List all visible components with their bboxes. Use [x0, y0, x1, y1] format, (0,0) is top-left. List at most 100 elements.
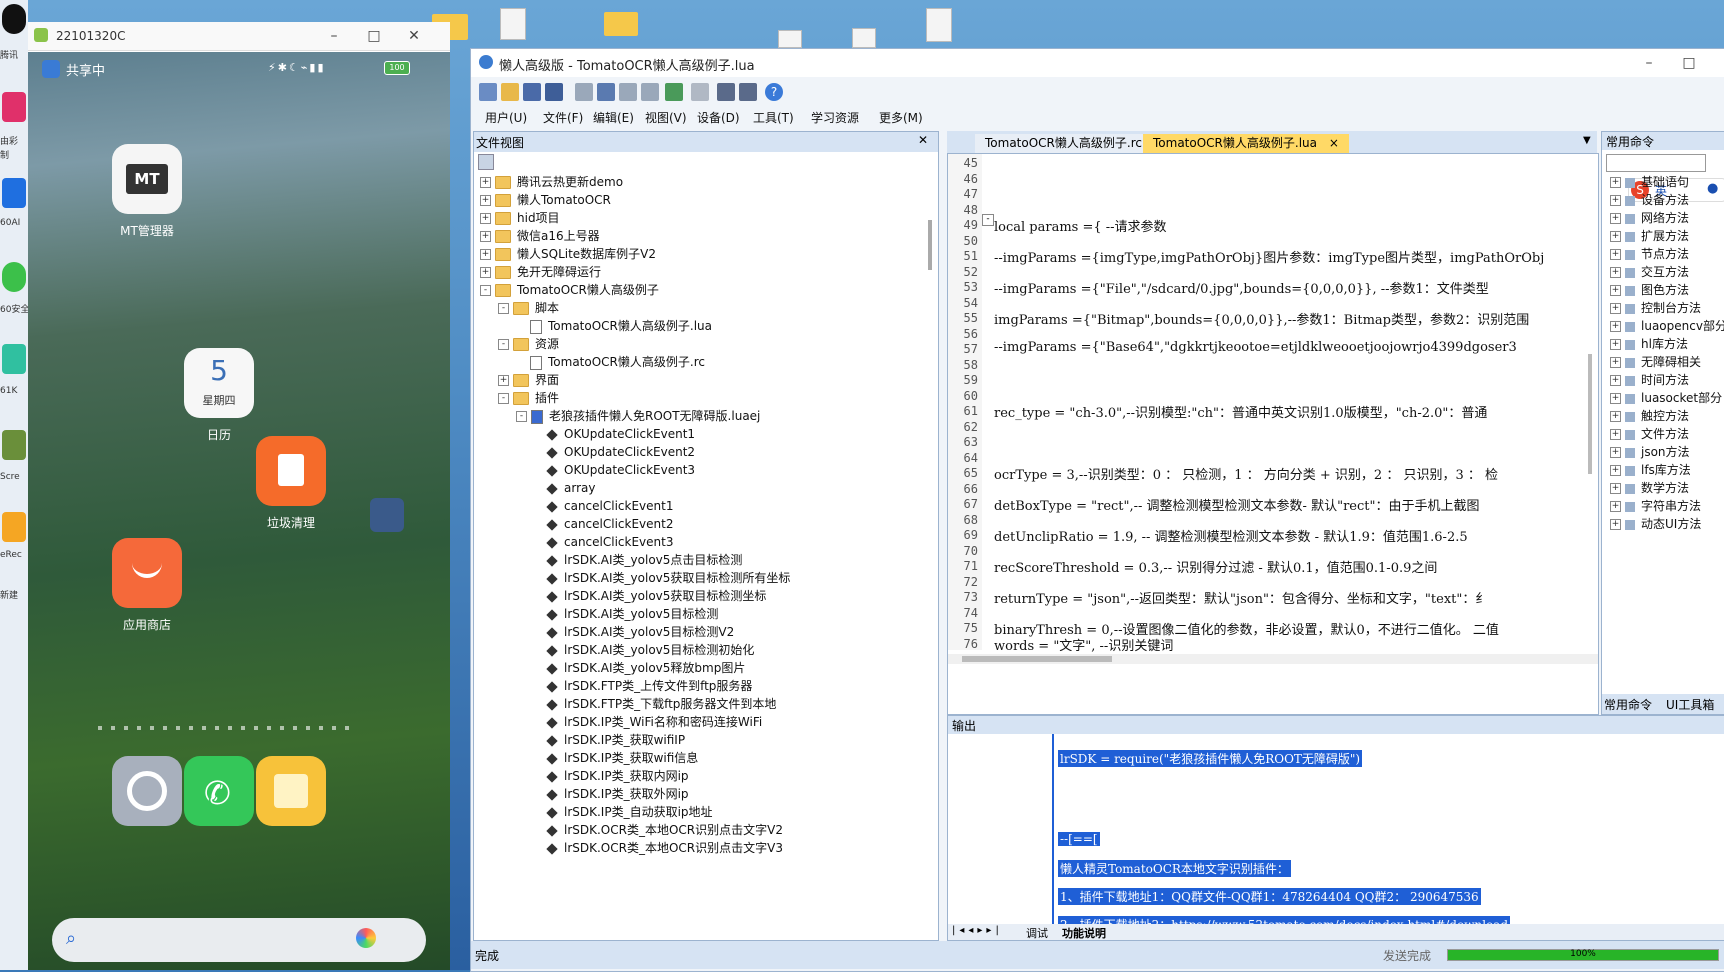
expand-icon[interactable]: +	[1610, 429, 1621, 440]
expand-icon[interactable]: +	[1610, 285, 1621, 296]
phone-app-icon[interactable]: ✆	[184, 756, 254, 826]
tree-node[interactable]: + hid项目	[480, 208, 560, 228]
code-area[interactable]: local params ={ --请求参数 --imgParams ={imgT…	[948, 154, 1598, 654]
code-line[interactable]: imgParams ={"Bitmap",bounds={0,0,0,0}},-…	[994, 309, 1529, 328]
help-icon[interactable]: ?	[765, 83, 783, 101]
tree-node[interactable]: OKUpdateClickEvent2	[534, 442, 695, 462]
tree-node[interactable]: OKUpdateClickEvent3	[534, 460, 695, 480]
tree-node[interactable]: lrSDK.AI类_yolov5获取目标检测所有坐标	[534, 568, 790, 588]
expand-icon[interactable]: +	[480, 231, 491, 242]
command-category[interactable]: + luaopencv部分	[1610, 316, 1724, 336]
tree-node[interactable]: - TomatoOCR懒人高级例子	[480, 280, 659, 300]
code-line[interactable]: detBoxType = "rect",-- 调整检测模型检测文本参数- 默认"…	[994, 495, 1479, 514]
code-line[interactable]: --imgParams ={"Base64","dgkkrtjkeootoe=e…	[994, 340, 1517, 355]
command-category[interactable]: + 基础语句	[1610, 172, 1689, 192]
tree-node[interactable]: lrSDK.IP类_WiFi名称和密码连接WiFi	[534, 712, 762, 732]
tree-node[interactable]: lrSDK.FTP类_下载ftp服务器文件到本地	[534, 694, 776, 714]
tab-close-icon[interactable]: ×	[1329, 136, 1339, 150]
expand-icon[interactable]: +	[498, 375, 509, 386]
phone-screen[interactable]: 共享中 ⚡✱☾⌁▮▮ 100 MT MT管理器 5 星期四 日历 垃圾清理 应用…	[28, 52, 450, 970]
tree-node[interactable]: lrSDK.FTP类_上传文件到ftp服务器	[534, 676, 752, 696]
tree-node[interactable]: + 懒人TomatoOCR	[480, 190, 611, 210]
tree-node[interactable]: lrSDK.AI类_yolov5目标检测V2	[534, 622, 734, 642]
scrollbar-thumb[interactable]	[928, 220, 932, 270]
maximize-button[interactable]: □	[364, 26, 384, 46]
output-nav-arrows[interactable]: |◂◂▸▸|	[952, 925, 1003, 936]
tree-node[interactable]: + 懒人SQLite数据库例子V2	[480, 244, 656, 264]
expand-icon[interactable]: +	[1610, 465, 1621, 476]
vertical-scrollbar-thumb[interactable]	[1588, 354, 1592, 474]
tab-common-commands[interactable]: 常用命令	[1604, 696, 1652, 713]
close-icon[interactable]: ✕	[918, 133, 928, 147]
tree-node[interactable]: TomatoOCR懒人高级例子.lua	[516, 316, 712, 336]
code-line[interactable]: returnType = "json",--返回类型：默认"json"：包含得分…	[994, 588, 1488, 607]
collapse-icon[interactable]: -	[516, 411, 527, 422]
security-icon[interactable]	[2, 262, 26, 292]
assistant-icon[interactable]	[356, 928, 376, 948]
expand-icon[interactable]: +	[1610, 231, 1621, 242]
command-category[interactable]: + json方法	[1610, 442, 1690, 462]
menu-more[interactable]: 更多(M)	[879, 109, 923, 126]
mt-manager-app-icon[interactable]: MT	[112, 144, 182, 214]
code-line[interactable]: detUnclipRatio = 1.9, -- 调整检测模型检测文本参数 - …	[994, 526, 1468, 545]
redo-icon[interactable]	[597, 83, 615, 101]
expand-icon[interactable]: +	[1610, 339, 1621, 350]
command-category[interactable]: + 图色方法	[1610, 280, 1689, 300]
tab-function-description[interactable]: 功能说明	[1062, 925, 1106, 941]
command-category[interactable]: + 触控方法	[1610, 406, 1689, 426]
expand-icon[interactable]: +	[1610, 321, 1621, 332]
chevron-down-icon[interactable]: ▼	[1583, 135, 1591, 146]
command-category[interactable]: + 文件方法	[1610, 424, 1689, 444]
settings-app-icon[interactable]	[112, 756, 182, 826]
command-category[interactable]: + 字符串方法	[1610, 496, 1701, 516]
qq-icon[interactable]	[2, 4, 26, 34]
app-icon[interactable]	[2, 512, 26, 542]
minimize-button[interactable]: –	[1639, 53, 1659, 73]
tree-node[interactable]: - 脚本	[498, 298, 559, 318]
tree-node[interactable]: lrSDK.AI类_yolov5获取目标检测坐标	[534, 586, 766, 606]
tree-node[interactable]: - 插件	[498, 388, 559, 408]
tree-node[interactable]: + 微信a16上号器	[480, 226, 600, 246]
menu-edit[interactable]: 编辑(E)	[593, 109, 634, 126]
tree-node[interactable]: + 腾讯云热更新demo	[480, 172, 623, 192]
maximize-button[interactable]: □	[1679, 53, 1699, 73]
output-line[interactable]: 1、插件下载地址1：QQ群文件-QQ群1：478264404 QQ群2： 290…	[1058, 888, 1481, 905]
tree-node[interactable]: - 资源	[498, 334, 559, 354]
tree-node[interactable]: lrSDK.OCR类_本地OCR识别点击文字V3	[534, 838, 783, 858]
expand-icon[interactable]: +	[1610, 177, 1621, 188]
tree-node[interactable]: lrSDK.OCR类_本地OCR识别点击文字V2	[534, 820, 783, 840]
command-category[interactable]: + 动态UI方法	[1610, 514, 1701, 534]
tree-node[interactable]: lrSDK.IP类_自动获取ip地址	[534, 802, 713, 822]
copy-icon[interactable]	[641, 83, 659, 101]
document-icon[interactable]	[500, 8, 526, 40]
tree-node[interactable]: lrSDK.IP类_获取wifi信息	[534, 748, 698, 768]
expand-icon[interactable]: +	[480, 177, 491, 188]
expand-icon[interactable]: +	[480, 249, 491, 260]
code-line[interactable]: recScoreThreshold = 0.3,-- 识别得分过滤 - 默认0.…	[994, 557, 1437, 576]
expand-icon[interactable]: +	[480, 213, 491, 224]
menu-file[interactable]: 文件(F)	[543, 109, 583, 126]
app-icon[interactable]	[2, 178, 26, 208]
expand-icon[interactable]: +	[480, 195, 491, 206]
menu-tools[interactable]: 工具(T)	[753, 109, 794, 126]
command-category[interactable]: + lfs库方法	[1610, 460, 1691, 480]
expand-icon[interactable]: +	[1610, 267, 1621, 278]
command-category[interactable]: + 交互方法	[1610, 262, 1689, 282]
app-store-icon[interactable]	[112, 538, 182, 608]
tab-ui-toolbox[interactable]: UI工具箱	[1666, 696, 1714, 713]
cleaner-app-icon[interactable]	[256, 436, 326, 506]
tree-node[interactable]: lrSDK.IP类_获取wifiIP	[534, 730, 685, 750]
collapse-icon[interactable]: -	[480, 285, 491, 296]
save-all-icon[interactable]	[545, 83, 563, 101]
app-icon[interactable]	[2, 92, 26, 122]
code-line[interactable]: --imgParams ={imgType,imgPathOrObj}图片参数：…	[994, 247, 1544, 266]
new-file-icon[interactable]	[479, 83, 497, 101]
tab-debug[interactable]: 调试	[1026, 925, 1048, 941]
notes-app-icon[interactable]	[256, 756, 326, 826]
command-category[interactable]: + hl库方法	[1610, 334, 1688, 354]
command-search-input[interactable]	[1606, 154, 1706, 172]
command-category[interactable]: + 数学方法	[1610, 478, 1689, 498]
tree-node[interactable]: + 免开无障碍运行	[480, 262, 601, 282]
stop-icon[interactable]	[691, 83, 709, 101]
tab-lua-file[interactable]: TomatoOCR懒人高级例子.lua ×	[1143, 134, 1349, 153]
